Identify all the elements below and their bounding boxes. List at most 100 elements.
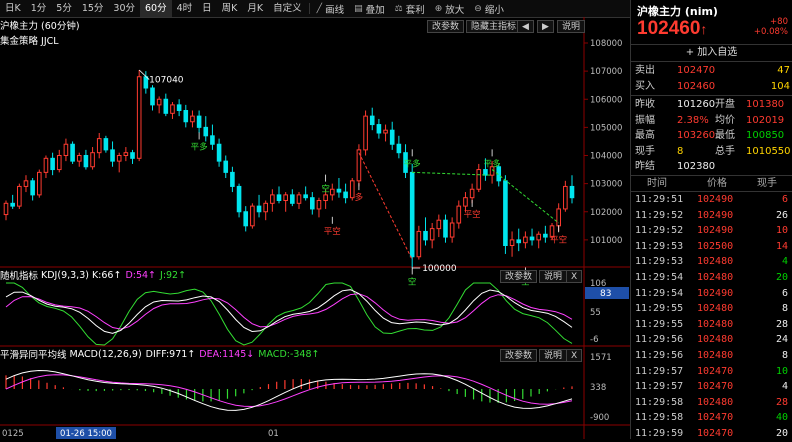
sell-volume: 47 — [777, 65, 790, 76]
quote-l1: 最高 — [635, 130, 655, 141]
signal-label: 多 — [355, 192, 364, 203]
candle — [210, 135, 215, 145]
tick-row: 11:29:55 102480 28 — [631, 317, 792, 333]
quote-v2: 1010550 — [746, 145, 791, 157]
arbitrage-button[interactable]: ⚖ 套利 — [390, 2, 430, 16]
quote-v1: 2.38% — [677, 114, 709, 126]
macd-params-button[interactable]: 改参数 — [500, 349, 538, 362]
chart-area[interactable]: 108000 107000 106000 105000 104000 103000 1020… — [0, 17, 630, 439]
kdj-params-button[interactable]: 改参数 — [500, 270, 538, 283]
period-tab[interactable]: 月K — [242, 0, 268, 17]
period-tab[interactable]: 日 — [197, 0, 217, 17]
period-toolbar: 日K 1分 5分 15分 30分 60分 4时日周K 月K 自定义 ╱ 画线 ▤ 叠加 ⚖ 套利 ⊕ 放大 ⊖ 缩小 — [0, 0, 630, 18]
macd-header: 平滑异同平均线 MACD(12,26,9) DIFF:971↑ DEA:1145… — [0, 347, 319, 362]
zoom-in-button[interactable]: ⊕ 放大 — [430, 2, 470, 16]
scroll-left-button[interactable]: ◀ — [517, 20, 534, 33]
candle — [163, 98, 169, 114]
macd-params: MACD(12,26,9) — [69, 348, 142, 360]
candle — [83, 155, 89, 168]
tick-price: 102480 — [697, 318, 734, 330]
quote-l1: 昨结 — [635, 161, 655, 172]
candle — [303, 194, 308, 199]
add-favorite-button[interactable]: + 加入自选 — [631, 44, 792, 62]
tick-price: 102470 — [697, 381, 734, 393]
period-tab[interactable]: 30分 — [108, 0, 140, 17]
line-tool-icon: ╱ — [316, 3, 323, 14]
candle — [143, 76, 149, 89]
candle — [110, 149, 115, 162]
candle — [250, 205, 255, 227]
tick-volume: 8 — [781, 303, 788, 315]
kdj-header: 随机指标 KDJ(9,3,3) K:66↑ D:54↑ J:92↑ — [0, 268, 186, 283]
tick-price: 102490 — [697, 209, 734, 221]
tick-volume: 28 — [775, 396, 788, 408]
candle — [103, 138, 109, 151]
tick-price: 102490 — [697, 287, 734, 299]
main-help-button[interactable]: 说明 — [557, 20, 586, 33]
kdj-close-button[interactable]: X — [566, 270, 583, 283]
tick-row: 11:29:52 102490 26 — [631, 208, 792, 224]
quote-v1: 101260 — [677, 99, 716, 110]
overlay-button[interactable]: ▤ 叠加 — [349, 2, 390, 16]
candle — [96, 138, 102, 154]
candle — [409, 171, 415, 258]
quote-l2: 最低 — [715, 130, 735, 141]
quote-row: 昨收 101260 开盘 101380 — [631, 97, 792, 112]
zoom-out-button[interactable]: ⊖ 缩小 — [469, 2, 509, 16]
tick-volume: 10 — [775, 225, 788, 237]
tick-time: 11:29:57 — [635, 365, 684, 377]
macd-tick-label: 338 — [590, 383, 606, 393]
tick-time: 11:29:54 — [635, 272, 684, 283]
tick-time: 11:29:51 — [635, 194, 684, 205]
tick-time: 11:29:58 — [635, 396, 684, 408]
candle — [123, 152, 129, 156]
tick-volume: 6 — [781, 287, 788, 299]
sell-price: 102470 — [677, 65, 716, 76]
kdj-help-button[interactable]: 说明 — [539, 270, 568, 283]
y-tick-label: 108000 — [590, 39, 622, 49]
tick-price: 102490 — [697, 225, 734, 237]
quote-v2: 101380 — [746, 99, 785, 110]
divider — [631, 95, 792, 96]
sell-label: 卖出 — [635, 65, 655, 76]
macd-tick-label: -900 — [590, 413, 609, 423]
kdj-params: KDJ(9,3,3) — [41, 269, 89, 281]
zoom-out-icon: ⊖ — [474, 3, 482, 14]
low-price-label: 100000 — [422, 264, 457, 274]
candle — [456, 205, 462, 224]
line-tool-button[interactable]: ╱ 画线 — [312, 2, 349, 16]
tick-price: 102470 — [697, 412, 734, 424]
period-tab[interactable]: 周K — [217, 0, 243, 17]
period-tab[interactable]: 5分 — [51, 0, 77, 17]
tick-time: 11:29:55 — [635, 303, 684, 315]
tick-time: 11:29:56 — [635, 350, 684, 361]
period-tab[interactable]: 自定义 — [268, 0, 307, 17]
scroll-right-button[interactable]: ▶ — [537, 20, 554, 33]
macd-close-button[interactable]: X — [566, 349, 583, 362]
hide-main-indicator-button[interactable]: 隐藏主指标 — [466, 20, 522, 33]
candle — [423, 230, 428, 241]
candle — [569, 185, 575, 199]
chart-canvas[interactable]: 108000 107000 106000 105000 104000 103000 1020… — [0, 17, 630, 439]
period-tab[interactable]: 4时 — [172, 0, 198, 17]
tool-label: 叠加 — [365, 4, 385, 16]
tick-price: 102480 — [697, 303, 734, 315]
tick-time: 11:29:57 — [635, 381, 684, 393]
candle — [463, 197, 468, 207]
candle — [310, 197, 315, 210]
period-tab[interactable]: 日K — [0, 0, 26, 17]
tick-volume: 6 — [781, 194, 788, 205]
candle — [523, 236, 528, 244]
candle — [243, 211, 249, 227]
tick-row: 11:29:58 102470 40 — [631, 410, 792, 426]
y-tick-label: 102000 — [590, 208, 622, 218]
macd-help-button[interactable]: 说明 — [539, 349, 568, 362]
period-tab[interactable]: 60分 — [140, 0, 172, 17]
kdj-d-value: D:54↑ — [125, 269, 157, 281]
tick-row: 11:29:53 102480 4 — [631, 254, 792, 270]
kdj-k-value: K:66↑ — [91, 269, 122, 281]
period-tab[interactable]: 1分 — [26, 0, 52, 17]
period-tab[interactable]: 15分 — [77, 0, 109, 17]
main-params-button[interactable]: 改参数 — [427, 20, 465, 33]
tick-time: 11:29:53 — [635, 256, 684, 268]
